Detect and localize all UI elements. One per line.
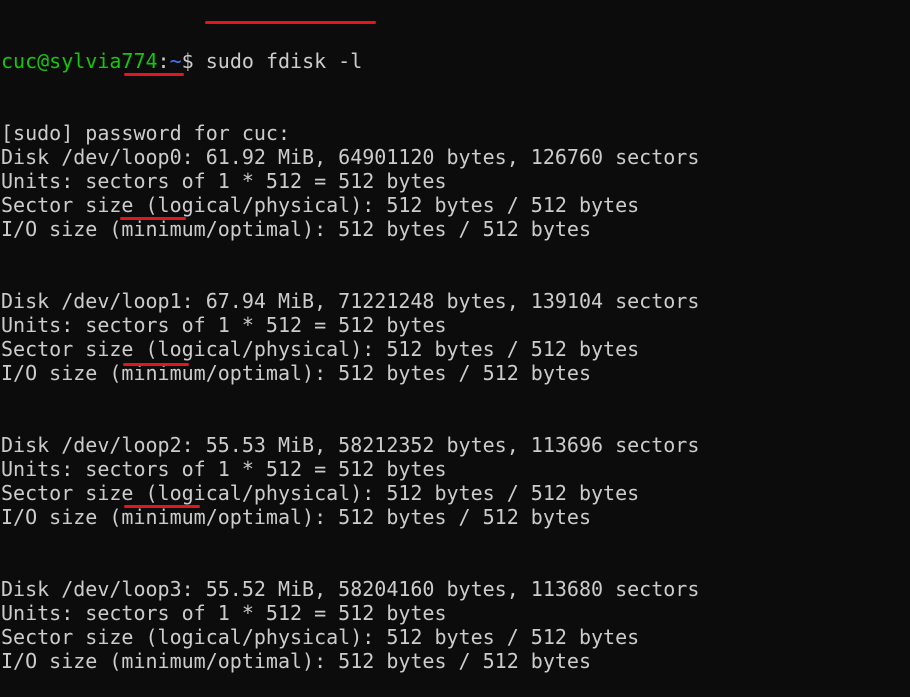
output-line: I/O size (minimum/optimal): 512 bytes / … xyxy=(1,505,592,529)
output-line: Units: sectors of 1 * 512 = 512 bytes xyxy=(1,313,447,337)
annotation-underline-loop3 xyxy=(124,505,200,508)
prompt-command: sudo fdisk -l xyxy=(205,49,363,73)
output-line: I/O size (minimum/optimal): 512 bytes / … xyxy=(1,217,592,241)
output-line: Disk /dev/loop0: 61.92 MiB, 64901120 byt… xyxy=(1,145,700,169)
terminal-output[interactable]: cuc@sylvia774:~$ sudo fdisk -l [sudo] pa… xyxy=(1,1,699,697)
output-line: Disk /dev/loop1: 67.94 MiB, 71221248 byt… xyxy=(1,289,700,313)
annotation-underline-loop1 xyxy=(120,217,186,220)
annotation-underline-loop2 xyxy=(123,363,189,366)
output-line: Disk /dev/loop2: 55.53 MiB, 58212352 byt… xyxy=(1,433,700,457)
output-line: Units: sectors of 1 * 512 = 512 bytes xyxy=(1,601,447,625)
output-line: Sector size (logical/physical): 512 byte… xyxy=(1,193,640,217)
prompt-line: cuc@sylvia774:~$ sudo fdisk -l xyxy=(1,49,699,73)
output-line: Units: sectors of 1 * 512 = 512 bytes xyxy=(1,457,447,481)
prompt-path: ~ xyxy=(169,49,182,73)
output-line: I/O size (minimum/optimal): 512 bytes / … xyxy=(1,649,592,673)
output-line: Disk /dev/loop3: 55.52 MiB, 58204160 byt… xyxy=(1,577,700,601)
output-line: Sector size (logical/physical): 512 byte… xyxy=(1,625,640,649)
output-line: I/O size (minimum/optimal): 512 bytes / … xyxy=(1,361,592,385)
output-line: Units: sectors of 1 * 512 = 512 bytes xyxy=(1,169,447,193)
prompt-symbol: $ xyxy=(181,49,206,73)
prompt-user-host: cuc@sylvia774 xyxy=(1,49,158,73)
annotation-underline-command xyxy=(205,21,376,24)
output-line: Sector size (logical/physical): 512 byte… xyxy=(1,337,640,361)
output-line: Sector size (logical/physical): 512 byte… xyxy=(1,481,640,505)
annotation-underline-loop0 xyxy=(124,73,184,76)
prompt-colon: : xyxy=(157,49,170,73)
output-line: [sudo] password for cuc: xyxy=(1,121,290,145)
